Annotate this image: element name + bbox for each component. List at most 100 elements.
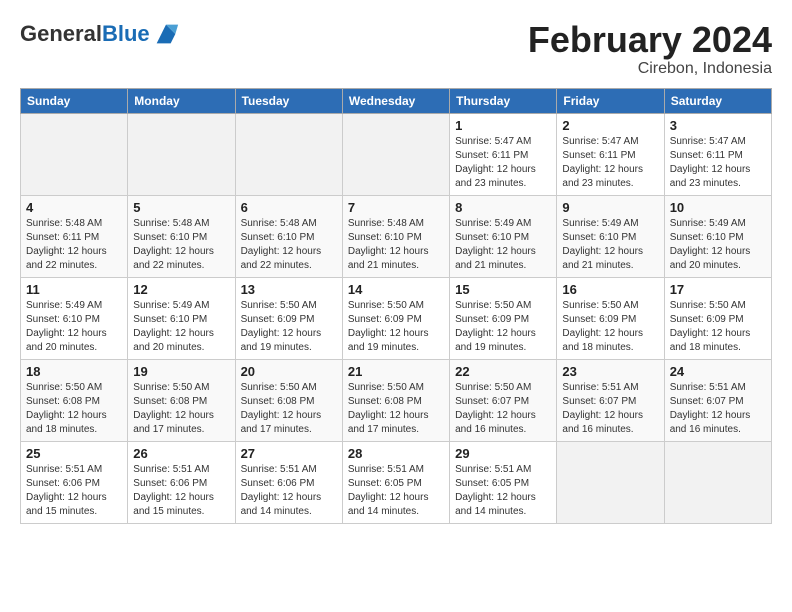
calendar-week-4: 18 Sunrise: 5:50 AM Sunset: 6:08 PM Dayli… — [21, 359, 772, 441]
calendar-body: 1 Sunrise: 5:47 AM Sunset: 6:11 PM Daylig… — [21, 113, 772, 523]
calendar-cell: 19 Sunrise: 5:50 AM Sunset: 6:08 PM Dayli… — [128, 359, 235, 441]
calendar-cell: 9 Sunrise: 5:49 AM Sunset: 6:10 PM Daylig… — [557, 195, 664, 277]
calendar-cell: 7Sunrise: 5:48 AM Sunset: 6:10 PM Daylig… — [342, 195, 449, 277]
day-info: Sunrise: 5:48 AM Sunset: 6:11 PM Dayligh… — [26, 217, 122, 273]
day-number: 14 — [348, 282, 444, 297]
calendar-cell: 2 Sunrise: 5:47 AM Sunset: 6:11 PM Daylig… — [557, 113, 664, 195]
day-info: Sunrise: 5:49 AM Sunset: 6:10 PM Dayligh… — [26, 299, 122, 355]
day-info: Sunrise: 5:49 AM Sunset: 6:10 PM Dayligh… — [562, 217, 658, 273]
day-info: Sunrise: 5:49 AM Sunset: 6:10 PM Dayligh… — [455, 217, 551, 273]
day-number: 9 — [562, 200, 658, 215]
day-number: 5 — [133, 200, 229, 215]
day-number: 23 — [562, 364, 658, 379]
calendar-header: Sunday Monday Tuesday Wednesday Thursday… — [21, 88, 772, 113]
calendar-cell: 29 Sunrise: 5:51 AM Sunset: 6:05 PM Dayli… — [450, 441, 557, 523]
col-wednesday: Wednesday — [342, 88, 449, 113]
day-number: 8 — [455, 200, 551, 215]
calendar-cell: 10 Sunrise: 5:49 AM Sunset: 6:10 PM Dayli… — [664, 195, 771, 277]
logo-blue: Blue — [102, 21, 150, 46]
day-number: 2 — [562, 118, 658, 133]
calendar-cell: 5 Sunrise: 5:48 AM Sunset: 6:10 PM Daylig… — [128, 195, 235, 277]
day-info: Sunrise: 5:48 AM Sunset: 6:10 PM Dayligh… — [133, 217, 229, 273]
calendar-cell: 11Sunrise: 5:49 AM Sunset: 6:10 PM Dayli… — [21, 277, 128, 359]
calendar-cell: 21 Sunrise: 5:50 AM Sunset: 6:08 PM Dayli… — [342, 359, 449, 441]
calendar-cell: 25 Sunrise: 5:51 AM Sunset: 6:06 PM Dayli… — [21, 441, 128, 523]
day-number: 25 — [26, 446, 122, 461]
day-info: Sunrise: 5:50 AM Sunset: 6:08 PM Dayligh… — [26, 381, 122, 437]
logo-icon — [152, 20, 180, 48]
day-info: Sunrise: 5:51 AM Sunset: 6:07 PM Dayligh… — [670, 381, 766, 437]
calendar-week-2: 4 Sunrise: 5:48 AM Sunset: 6:11 PM Daylig… — [21, 195, 772, 277]
logo: GeneralBlue — [20, 20, 180, 48]
day-number: 24 — [670, 364, 766, 379]
calendar-cell: 27Sunrise: 5:51 AM Sunset: 6:06 PM Dayli… — [235, 441, 342, 523]
day-number: 13 — [241, 282, 337, 297]
col-saturday: Saturday — [664, 88, 771, 113]
day-info: Sunrise: 5:47 AM Sunset: 6:11 PM Dayligh… — [455, 135, 551, 191]
day-number: 19 — [133, 364, 229, 379]
day-info: Sunrise: 5:51 AM Sunset: 6:05 PM Dayligh… — [348, 463, 444, 519]
calendar-cell: 13Sunrise: 5:50 AM Sunset: 6:09 PM Dayli… — [235, 277, 342, 359]
title-area: February 2024 Cirebon, Indonesia — [528, 20, 772, 78]
calendar-week-5: 25 Sunrise: 5:51 AM Sunset: 6:06 PM Dayli… — [21, 441, 772, 523]
day-info: Sunrise: 5:50 AM Sunset: 6:08 PM Dayligh… — [348, 381, 444, 437]
col-monday: Monday — [128, 88, 235, 113]
calendar-cell: 20 Sunrise: 5:50 AM Sunset: 6:08 PM Dayli… — [235, 359, 342, 441]
col-tuesday: Tuesday — [235, 88, 342, 113]
logo-text: GeneralBlue — [20, 22, 150, 46]
day-number: 6 — [241, 200, 337, 215]
day-number: 16 — [562, 282, 658, 297]
day-number: 17 — [670, 282, 766, 297]
calendar-cell — [557, 441, 664, 523]
day-info: Sunrise: 5:50 AM Sunset: 6:08 PM Dayligh… — [241, 381, 337, 437]
day-number: 18 — [26, 364, 122, 379]
day-number: 10 — [670, 200, 766, 215]
calendar-cell: 14Sunrise: 5:50 AM Sunset: 6:09 PM Dayli… — [342, 277, 449, 359]
day-info: Sunrise: 5:48 AM Sunset: 6:10 PM Dayligh… — [348, 217, 444, 273]
day-number: 22 — [455, 364, 551, 379]
day-info: Sunrise: 5:50 AM Sunset: 6:09 PM Dayligh… — [455, 299, 551, 355]
col-thursday: Thursday — [450, 88, 557, 113]
calendar-cell: 3Sunrise: 5:47 AM Sunset: 6:11 PM Daylig… — [664, 113, 771, 195]
calendar-week-1: 1 Sunrise: 5:47 AM Sunset: 6:11 PM Daylig… — [21, 113, 772, 195]
day-number: 1 — [455, 118, 551, 133]
calendar-cell: 17 Sunrise: 5:50 AM Sunset: 6:09 PM Dayli… — [664, 277, 771, 359]
calendar-cell: 28 Sunrise: 5:51 AM Sunset: 6:05 PM Dayli… — [342, 441, 449, 523]
day-number: 29 — [455, 446, 551, 461]
header-row: Sunday Monday Tuesday Wednesday Thursday… — [21, 88, 772, 113]
calendar-cell: 6 Sunrise: 5:48 AM Sunset: 6:10 PM Daylig… — [235, 195, 342, 277]
day-number: 26 — [133, 446, 229, 461]
day-info: Sunrise: 5:51 AM Sunset: 6:06 PM Dayligh… — [26, 463, 122, 519]
calendar-cell: 26 Sunrise: 5:51 AM Sunset: 6:06 PM Dayli… — [128, 441, 235, 523]
day-number: 21 — [348, 364, 444, 379]
calendar-cell: 16 Sunrise: 5:50 AM Sunset: 6:09 PM Dayli… — [557, 277, 664, 359]
day-info: Sunrise: 5:49 AM Sunset: 6:10 PM Dayligh… — [670, 217, 766, 273]
day-number: 28 — [348, 446, 444, 461]
day-info: Sunrise: 5:51 AM Sunset: 6:05 PM Dayligh… — [455, 463, 551, 519]
calendar-cell — [664, 441, 771, 523]
calendar-cell — [21, 113, 128, 195]
day-info: Sunrise: 5:50 AM Sunset: 6:07 PM Dayligh… — [455, 381, 551, 437]
day-info: Sunrise: 5:47 AM Sunset: 6:11 PM Dayligh… — [670, 135, 766, 191]
day-info: Sunrise: 5:50 AM Sunset: 6:08 PM Dayligh… — [133, 381, 229, 437]
calendar-cell: 12Sunrise: 5:49 AM Sunset: 6:10 PM Dayli… — [128, 277, 235, 359]
day-number: 12 — [133, 282, 229, 297]
calendar-cell: 24 Sunrise: 5:51 AM Sunset: 6:07 PM Dayli… — [664, 359, 771, 441]
day-number: 20 — [241, 364, 337, 379]
day-info: Sunrise: 5:47 AM Sunset: 6:11 PM Dayligh… — [562, 135, 658, 191]
day-info: Sunrise: 5:50 AM Sunset: 6:09 PM Dayligh… — [562, 299, 658, 355]
calendar-cell: 22 Sunrise: 5:50 AM Sunset: 6:07 PM Dayli… — [450, 359, 557, 441]
calendar-cell: 1 Sunrise: 5:47 AM Sunset: 6:11 PM Daylig… — [450, 113, 557, 195]
day-info: Sunrise: 5:50 AM Sunset: 6:09 PM Dayligh… — [670, 299, 766, 355]
header: GeneralBlue February 2024 Cirebon, Indon… — [20, 20, 772, 78]
day-info: Sunrise: 5:48 AM Sunset: 6:10 PM Dayligh… — [241, 217, 337, 273]
calendar-cell: 4 Sunrise: 5:48 AM Sunset: 6:11 PM Daylig… — [21, 195, 128, 277]
calendar-cell: 15Sunrise: 5:50 AM Sunset: 6:09 PM Dayli… — [450, 277, 557, 359]
col-sunday: Sunday — [21, 88, 128, 113]
calendar-table: Sunday Monday Tuesday Wednesday Thursday… — [20, 88, 772, 524]
calendar-cell — [342, 113, 449, 195]
day-number: 27 — [241, 446, 337, 461]
day-number: 4 — [26, 200, 122, 215]
month-title: February 2024 — [528, 20, 772, 60]
day-info: Sunrise: 5:51 AM Sunset: 6:06 PM Dayligh… — [133, 463, 229, 519]
